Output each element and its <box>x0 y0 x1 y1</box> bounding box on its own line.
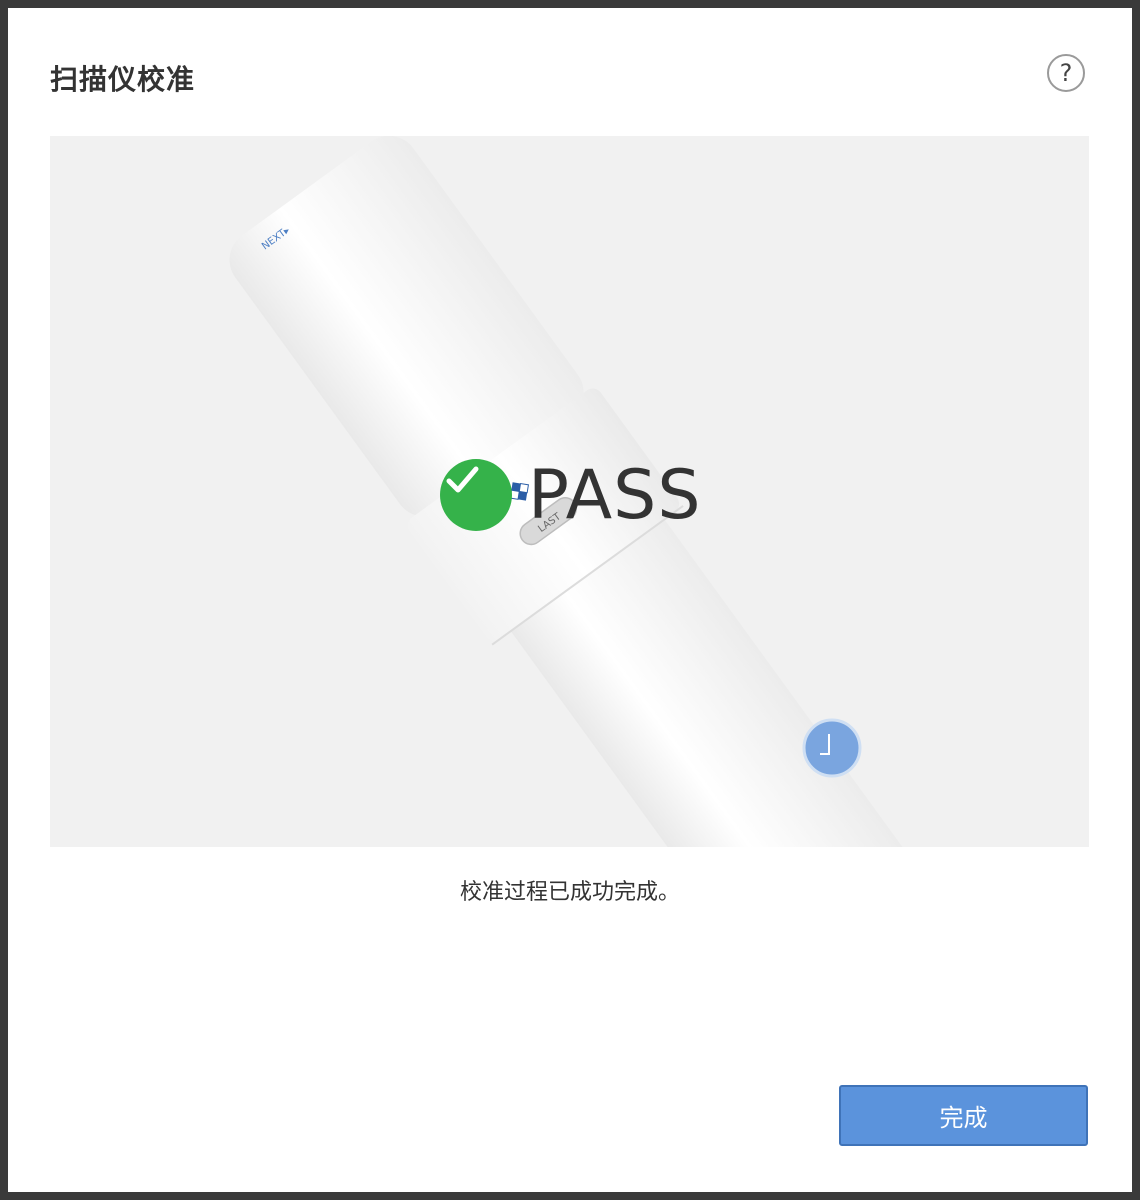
calibration-dialog: 扫描仪校准 ? LAST NEXT▸ PASS 校准过程已成功完成。 完成 <box>8 8 1132 1192</box>
status-message: 校准过程已成功完成。 <box>459 880 680 905</box>
scanner-illustration: LAST NEXT▸ PASS <box>50 136 1089 847</box>
question-icon: ? <box>1059 59 1073 87</box>
help-button[interactable]: ? <box>1047 54 1085 92</box>
pass-indicator: PASS <box>440 455 702 535</box>
done-button[interactable]: 完成 <box>839 1085 1088 1146</box>
pass-label: PASS <box>528 455 702 535</box>
scan-trigger-icon <box>802 718 862 778</box>
dialog-title: 扫描仪校准 <box>50 63 196 96</box>
check-circle-icon <box>440 459 512 531</box>
